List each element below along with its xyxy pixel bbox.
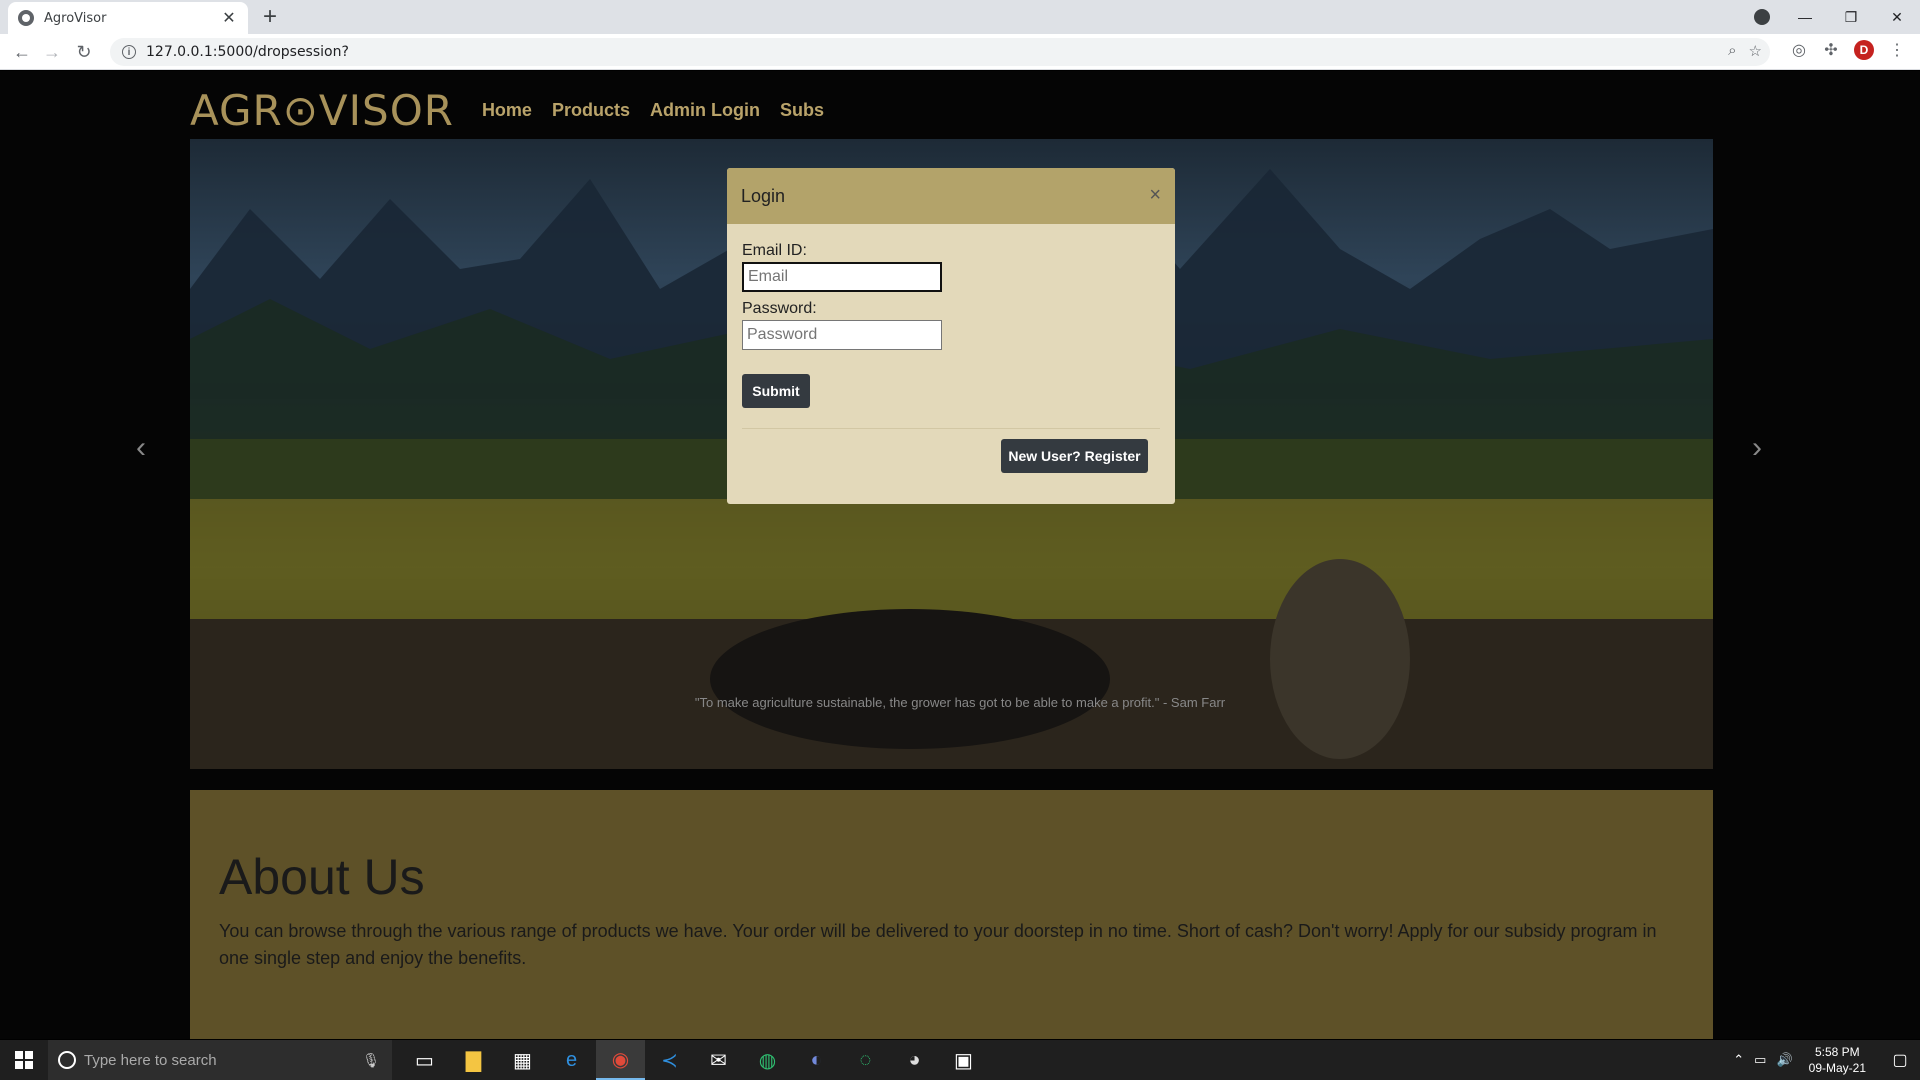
calculator-icon[interactable]: ▦	[498, 1040, 547, 1080]
mail-icon[interactable]: ✉	[694, 1040, 743, 1080]
login-modal: Login × Email ID: Password: Submit New U…	[727, 168, 1175, 504]
extension-icon[interactable]: ◎	[1790, 41, 1808, 59]
taskbar-search[interactable]: Type here to search 🎙	[48, 1040, 392, 1080]
carousel-next-icon[interactable]: ›	[1752, 431, 1762, 465]
nav-link-home[interactable]: Home	[482, 100, 532, 121]
volume-icon[interactable]: 🔊	[1776, 1052, 1792, 1068]
globe-icon	[18, 10, 34, 26]
modal-body: Email ID: Password: Submit	[727, 224, 1175, 461]
notification-icon[interactable]: ▢	[1880, 1040, 1920, 1080]
search-placeholder: Type here to search	[84, 1051, 217, 1069]
submit-button[interactable]: Submit	[742, 374, 810, 408]
email-field[interactable]	[742, 262, 942, 292]
minimize-button[interactable]: —	[1782, 0, 1828, 34]
close-window-button[interactable]: ✕	[1874, 0, 1920, 34]
menu-kebab-icon[interactable]: ⋮	[1888, 41, 1906, 59]
database-app-icon[interactable]: ◕	[890, 1040, 939, 1080]
url-text: 127.0.0.1:5000/dropsession?	[146, 44, 349, 60]
edge-icon[interactable]: e	[547, 1040, 596, 1080]
sync-app-icon[interactable]: ◌	[841, 1040, 890, 1080]
window-controls: — ❐ ✕	[1782, 0, 1920, 34]
reload-icon[interactable]: ↻	[72, 40, 96, 64]
password-field[interactable]	[742, 320, 942, 350]
cortana-icon	[58, 1051, 76, 1069]
network-icon[interactable]: ▭	[1754, 1052, 1766, 1068]
extensions-area: ◎ ✣ D ⋮	[1790, 40, 1906, 60]
email-label: Email ID:	[742, 242, 807, 259]
task-view-icon[interactable]: ▭	[400, 1040, 449, 1080]
browser-app-icon[interactable]: ◍	[743, 1040, 792, 1080]
password-label: Password:	[742, 300, 817, 317]
discord-icon[interactable]: ◐	[792, 1040, 841, 1080]
windows-taskbar: Type here to search 🎙 ▭ ▇ ▦ e ◉ ≺ ✉ ◍ ◐ …	[0, 1040, 1920, 1080]
taskbar-apps: ▭ ▇ ▦ e ◉ ≺ ✉ ◍ ◐ ◌ ◕ ▣	[400, 1040, 988, 1080]
restore-button[interactable]: ❐	[1828, 0, 1874, 34]
vscode-icon[interactable]: ≺	[645, 1040, 694, 1080]
web-page: AGR⊙VISOR Home Products Admin Login Subs…	[0, 71, 1920, 1039]
modal-title: Login	[741, 185, 786, 206]
about-text: You can browse through the various range…	[219, 921, 1657, 968]
register-button[interactable]: New User? Register	[1001, 439, 1148, 473]
close-icon[interactable]: ×	[1149, 184, 1161, 207]
windows-logo-icon	[15, 1051, 33, 1069]
about-section: About Us You can browse through the vari…	[190, 790, 1713, 1039]
zoom-icon[interactable]: ⌕	[1728, 42, 1736, 60]
carousel-prev-icon[interactable]: ‹	[136, 431, 146, 465]
back-arrow-icon[interactable]: ←	[10, 40, 34, 64]
modal-divider	[742, 428, 1160, 429]
tab-title: AgroVisor	[44, 10, 107, 26]
address-bar[interactable]: i 127.0.0.1:5000/dropsession? ⌕ ☆	[110, 38, 1770, 66]
chevron-up-icon[interactable]: ⌃	[1733, 1052, 1744, 1068]
bookmark-star-icon[interactable]: ☆	[1749, 42, 1762, 60]
nav-link-subsidy[interactable]: Subs	[780, 100, 824, 121]
forward-arrow-icon[interactable]: →	[40, 40, 64, 64]
modal-header: Login ×	[727, 168, 1175, 224]
site-navbar: AGR⊙VISOR Home Products Admin Login Subs	[190, 85, 844, 135]
browser-toolbar: ← → ↻ i 127.0.0.1:5000/dropsession? ⌕ ☆ …	[0, 34, 1920, 70]
site-logo[interactable]: AGR⊙VISOR	[190, 86, 454, 135]
site-info-icon[interactable]: i	[122, 45, 136, 59]
carousel-caption: "To make agriculture sustainable, the gr…	[694, 695, 1226, 710]
clock[interactable]: 5:58 PM 09-May-21	[1809, 1044, 1866, 1076]
tab-search-icon[interactable]	[1754, 9, 1770, 25]
file-explorer-icon[interactable]: ▇	[449, 1040, 498, 1080]
nav-link-admin-login[interactable]: Admin Login	[650, 100, 760, 121]
clock-time: 5:58 PM	[1814, 1045, 1860, 1059]
tab-close-icon[interactable]: ✕	[220, 8, 238, 28]
browser-tab[interactable]: AgroVisor ✕	[8, 2, 248, 34]
microphone-icon[interactable]: 🎙	[362, 1052, 380, 1069]
nav-link-products[interactable]: Products	[552, 100, 630, 121]
profile-avatar[interactable]: D	[1854, 40, 1874, 60]
puzzle-extensions-icon[interactable]: ✣	[1822, 41, 1840, 59]
start-button[interactable]	[0, 1040, 48, 1080]
about-title: About Us	[219, 849, 425, 905]
new-tab-button[interactable]: +	[258, 4, 282, 30]
chrome-icon[interactable]: ◉	[596, 1040, 645, 1080]
terminal-icon[interactable]: ▣	[939, 1040, 988, 1080]
system-tray: ⌃ ▭ 🔊 5:58 PM 09-May-21 ▢	[1733, 1040, 1920, 1080]
browser-tabstrip: AgroVisor ✕ + — ❐ ✕	[0, 0, 1920, 34]
clock-date: 09-May-21	[1808, 1061, 1866, 1075]
